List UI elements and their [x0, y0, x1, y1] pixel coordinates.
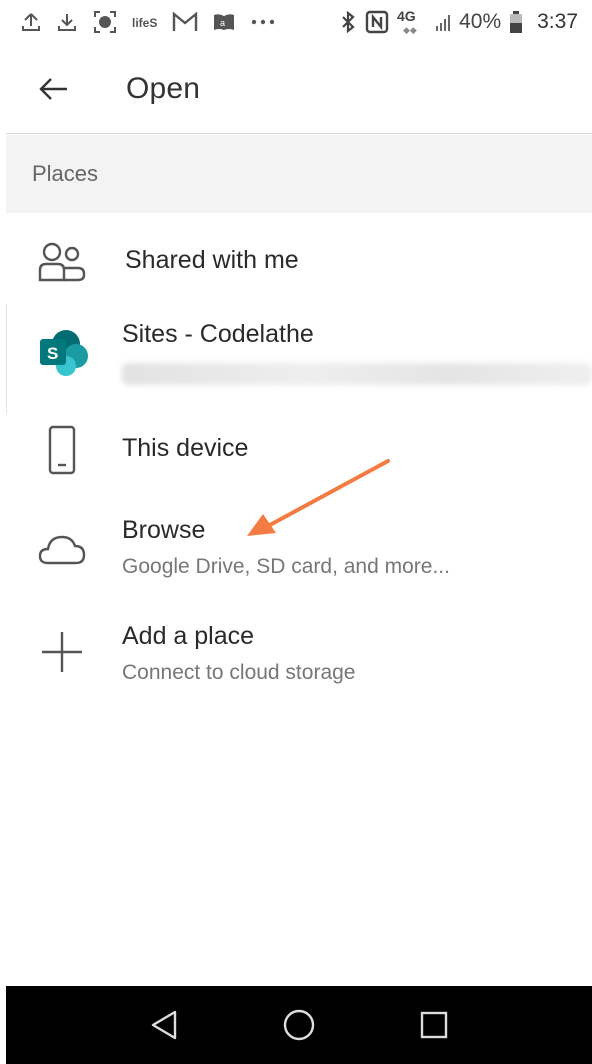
place-title: Shared with me — [125, 246, 299, 274]
places-section-header: Places — [6, 135, 592, 213]
bluetooth-icon — [339, 10, 357, 34]
place-title: Browse — [122, 516, 206, 544]
page-title: Open — [126, 71, 201, 105]
carrier-icon: lifeS — [132, 14, 158, 30]
cloud-icon — [34, 522, 90, 578]
svg-text:lifeS: lifeS — [132, 16, 157, 30]
phone-icon — [34, 422, 90, 478]
svg-text:S: S — [47, 344, 58, 363]
svg-text:4G: 4G — [397, 8, 416, 24]
nav-home-icon — [283, 1009, 315, 1041]
svg-text:a: a — [220, 18, 225, 28]
more-dots-icon — [250, 18, 276, 26]
battery-icon — [509, 10, 523, 34]
download-icon — [56, 11, 78, 33]
place-this-device[interactable]: This device — [6, 410, 592, 490]
status-bar: lifeS a 4G ◆◆ 40% 3:37 — [0, 0, 592, 44]
screen-record-icon — [92, 9, 118, 35]
redacted-account-email — [122, 363, 592, 385]
place-add-a-place[interactable]: Add a place Connect to cloud storage — [6, 606, 592, 706]
plus-icon — [34, 624, 90, 680]
notification-icons: lifeS a — [20, 9, 276, 35]
place-title: This device — [122, 434, 249, 462]
place-title: Sites - Codelathe — [122, 320, 314, 348]
sharepoint-icon: S — [36, 324, 92, 380]
nfc-icon — [365, 10, 389, 34]
place-subtitle: Connect to cloud storage — [122, 661, 356, 684]
nav-recents-button[interactable] — [404, 995, 464, 1055]
signal-icon — [435, 12, 451, 32]
place-browse[interactable]: Browse Google Drive, SD card, and more..… — [6, 500, 592, 600]
back-arrow-icon — [39, 77, 67, 100]
gmail-icon — [172, 11, 198, 33]
place-title: Add a place — [122, 622, 255, 650]
svg-text:◆◆: ◆◆ — [403, 25, 417, 35]
battery-percent: 40% — [459, 10, 502, 33]
nav-recents-icon — [421, 1011, 448, 1039]
nav-back-icon — [151, 1010, 176, 1040]
back-button[interactable] — [24, 59, 84, 119]
place-sites-codelathe[interactable]: S Sites - Codelathe — [6, 308, 592, 408]
navigation-bar — [6, 986, 592, 1064]
amazon-icon: a — [212, 11, 236, 33]
system-icons: 4G ◆◆ 40% 3:37 — [339, 8, 578, 36]
place-subtitle: Google Drive, SD card, and more... — [122, 555, 450, 578]
upload-icon — [20, 11, 42, 33]
people-icon — [34, 234, 90, 290]
app-bar: Open — [6, 44, 592, 134]
nav-home-button[interactable] — [269, 995, 329, 1055]
clock: 3:37 — [537, 10, 578, 33]
nav-back-button[interactable] — [134, 995, 194, 1055]
network-type: 4G ◆◆ — [397, 8, 427, 36]
place-shared-with-me[interactable]: Shared with me — [6, 214, 592, 308]
